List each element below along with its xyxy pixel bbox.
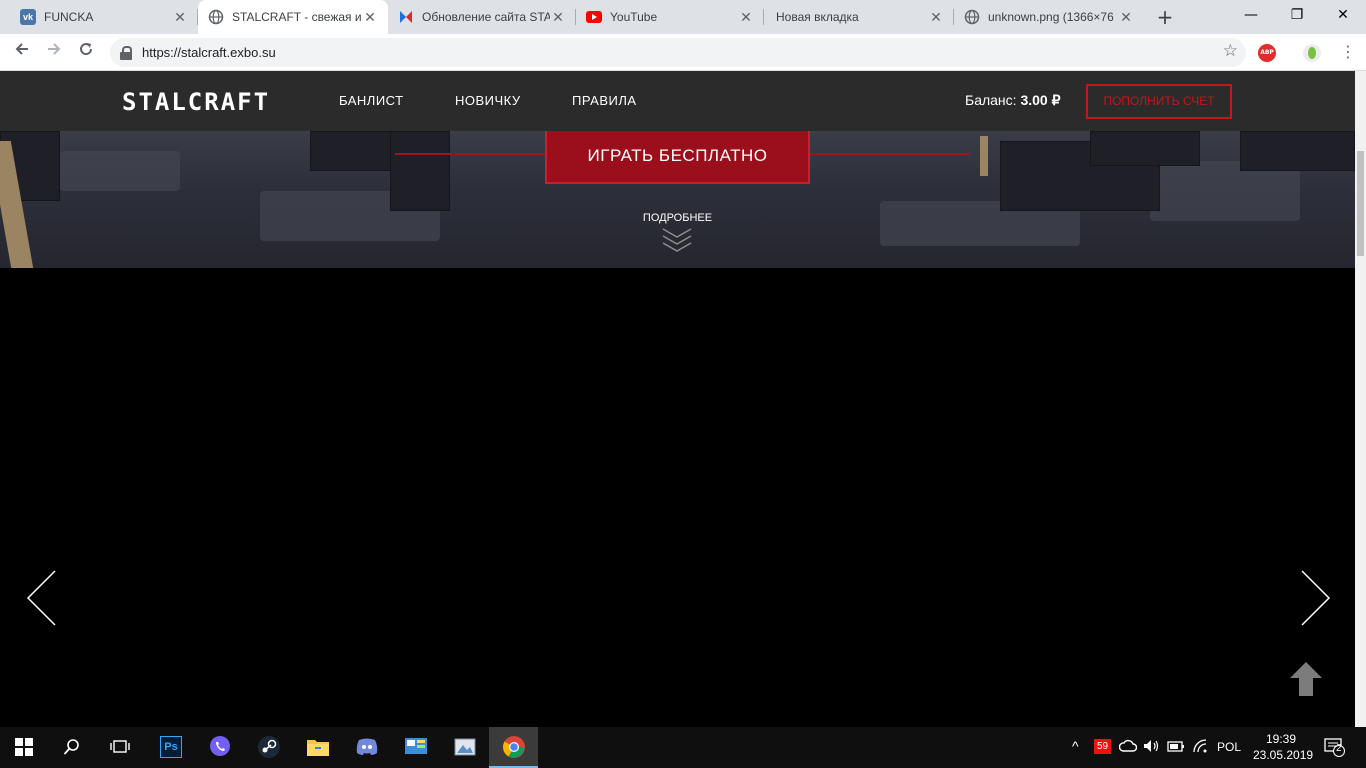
window-close-button[interactable]: ✕ — [1320, 0, 1366, 30]
notifications-count: 2 — [1336, 743, 1342, 754]
photoshop-icon[interactable]: Ps — [157, 733, 185, 761]
tab-title: Обновление сайта STA — [422, 10, 550, 24]
tab-unknown-png[interactable]: unknown.png (1366×76 ✕ — [954, 0, 1144, 34]
reload-icon — [80, 43, 93, 56]
wifi-icon[interactable] — [1192, 739, 1210, 758]
tab-title: FUNCKA — [44, 10, 94, 24]
photoshop-label: Ps — [160, 736, 182, 758]
close-icon[interactable]: ✕ — [172, 9, 188, 26]
reload-button[interactable] — [74, 40, 98, 64]
close-icon[interactable]: ✕ — [738, 9, 754, 26]
hero-banner: ИГРАТЬ БЕСПЛАТНО ПОДРОБНЕЕ — [0, 131, 1355, 268]
address-bar[interactable]: https://stalcraft.exbo.su ☆ — [110, 38, 1246, 67]
tab-site-update[interactable]: Обновление сайта STA ✕ — [388, 0, 576, 34]
balance-value: 3.00 ₽ — [1020, 92, 1061, 108]
globe-icon — [964, 9, 980, 25]
language-indicator[interactable]: POL — [1217, 740, 1241, 754]
site-logo[interactable]: STALCRAFT — [122, 88, 270, 116]
exbo-icon — [398, 9, 414, 25]
restore-button[interactable]: ❐ — [1274, 0, 1320, 30]
play-free-button[interactable]: ИГРАТЬ БЕСПЛАТНО — [545, 131, 810, 184]
globe-icon — [208, 9, 224, 25]
close-icon[interactable]: ✕ — [928, 9, 944, 26]
tab-title: YouTube — [610, 10, 658, 24]
close-icon[interactable]: ✕ — [362, 9, 378, 26]
lock-icon — [120, 45, 132, 60]
image-viewer-icon[interactable] — [451, 733, 479, 761]
site-header: STALCRAFT БАНЛИСТ НОВИЧКУ ПРАВИЛА Баланс… — [0, 71, 1355, 131]
tab-title: unknown.png (1366×76 — [988, 10, 1114, 24]
adblock-icon[interactable]: ABP — [1258, 44, 1276, 62]
vk-icon: vk — [20, 9, 36, 25]
clock-time[interactable]: 19:39 — [1266, 732, 1296, 746]
chevron-down-icon[interactable] — [662, 227, 692, 253]
control-panel-icon[interactable] — [402, 733, 430, 761]
viber-icon[interactable] — [206, 733, 234, 761]
tab-title: STALCRAFT - свежая и — [232, 10, 362, 24]
discord-icon[interactable] — [353, 733, 381, 761]
youtube-icon — [586, 9, 602, 25]
nav-banlist[interactable]: БАНЛИСТ — [339, 93, 404, 108]
topup-button[interactable]: ПОПОЛНИТЬ СЧЕТ — [1086, 84, 1232, 119]
new-tab-button[interactable]: + — [1154, 6, 1176, 28]
minimize-button[interactable]: — — [1228, 0, 1274, 30]
notifications-icon[interactable]: 2 — [1324, 737, 1346, 762]
volume-icon[interactable] — [1143, 739, 1161, 758]
nav-newbie[interactable]: НОВИЧКУ — [455, 93, 521, 108]
cloud-sync-icon[interactable] — [1118, 739, 1138, 758]
hero-scenery — [980, 136, 988, 176]
hero-scenery — [1240, 131, 1355, 171]
forward-button[interactable] — [42, 40, 66, 64]
hero-scenery — [390, 131, 450, 211]
tab-new-tab[interactable]: Новая вкладка ✕ — [764, 0, 954, 34]
carousel-prev-icon[interactable] — [26, 570, 56, 626]
bookmark-star-icon[interactable]: ☆ — [1223, 41, 1238, 61]
task-view-icon[interactable] — [106, 733, 134, 761]
hero-decor-line — [810, 153, 970, 155]
web-page: STALCRAFT БАНЛИСТ НОВИЧКУ ПРАВИЛА Баланс… — [0, 71, 1355, 727]
search-icon[interactable] — [58, 733, 86, 761]
scrollbar-thumb[interactable] — [1357, 151, 1364, 256]
tab-funcka[interactable]: vk FUNCKA ✕ — [10, 0, 198, 34]
hero-decor-line — [395, 153, 545, 155]
windows-start-icon[interactable] — [10, 733, 38, 761]
more-link[interactable]: ПОДРОБНЕЕ — [0, 212, 1355, 224]
tray-expand-icon[interactable]: ^ — [1072, 738, 1079, 754]
balance-label: Баланс: — [965, 92, 1017, 108]
close-icon[interactable]: ✕ — [1118, 9, 1134, 26]
back-button[interactable] — [10, 40, 34, 64]
chrome-icon[interactable] — [500, 733, 528, 761]
clock-date[interactable]: 23.05.2019 — [1253, 748, 1313, 762]
hero-scenery — [1090, 131, 1200, 166]
browser-menu-icon[interactable]: ⋮ — [1338, 42, 1358, 62]
browser-toolbar: https://stalcraft.exbo.su ☆ ABP ⋮ — [0, 34, 1366, 71]
battery-icon[interactable] — [1167, 739, 1185, 758]
hero-scenery — [60, 151, 180, 191]
tab-stalcraft[interactable]: STALCRAFT - свежая и ✕ — [198, 0, 388, 34]
page-scrollbar[interactable] — [1355, 71, 1366, 727]
tab-title: Новая вкладка — [776, 10, 859, 24]
extension-green-icon[interactable] — [1303, 44, 1321, 62]
steam-icon[interactable] — [255, 733, 283, 761]
tray-badge[interactable]: 59 — [1094, 739, 1111, 754]
carousel-next-icon[interactable] — [1301, 570, 1331, 626]
tab-youtube[interactable]: YouTube ✕ — [576, 0, 764, 34]
file-explorer-icon[interactable] — [304, 733, 332, 761]
browser-tab-strip: vk FUNCKA ✕ STALCRAFT - свежая и ✕ Обнов… — [0, 0, 1366, 34]
arrow-left-icon — [15, 43, 28, 55]
windows-taskbar: Ps ^ POL 19:39 23.05.2019 2 — [0, 727, 1366, 768]
nav-rules[interactable]: ПРАВИЛА — [572, 93, 637, 108]
close-icon[interactable]: ✕ — [550, 9, 566, 26]
url-text: https://stalcraft.exbo.su — [142, 45, 276, 60]
balance: Баланс: 3.00 ₽ — [965, 92, 1061, 109]
arrow-right-icon — [48, 43, 61, 55]
scroll-to-top-icon[interactable] — [1288, 660, 1324, 698]
